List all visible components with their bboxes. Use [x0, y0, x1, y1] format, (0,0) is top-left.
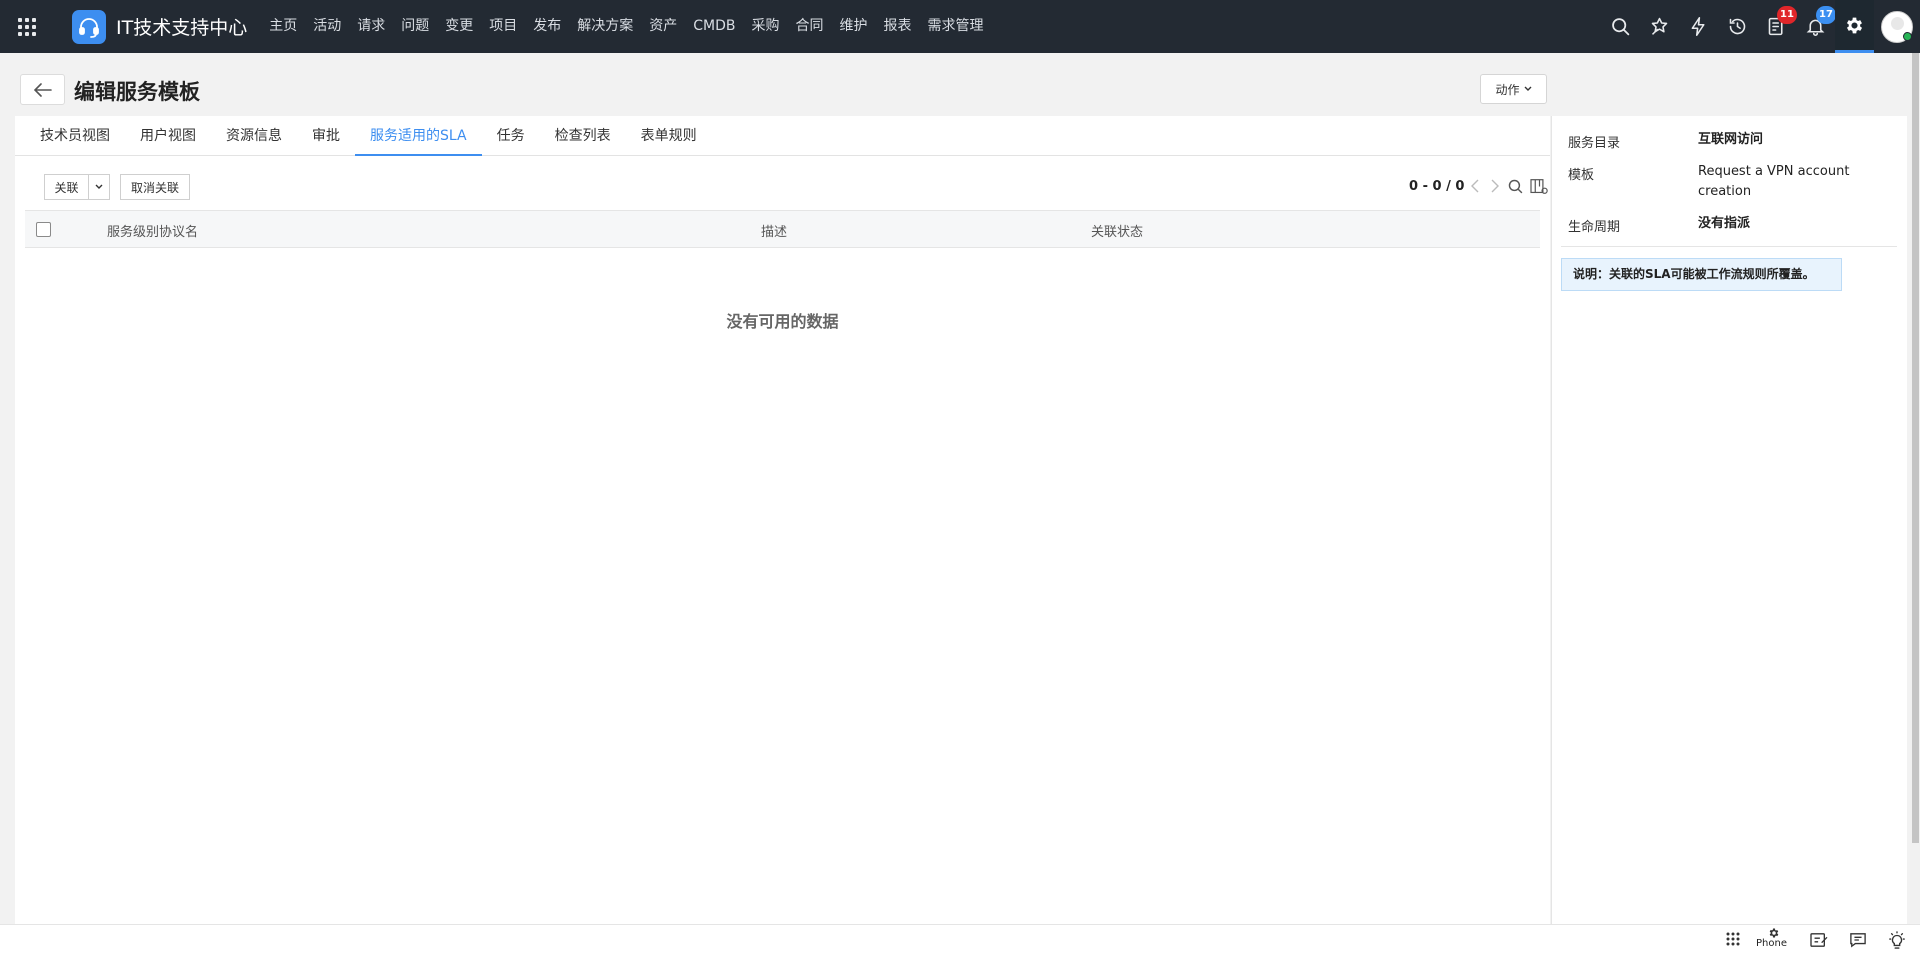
main-panel: 技术员视图 用户视图 资源信息 审批 服务适用的SLA 任务 检查列表 表单规则…	[15, 116, 1550, 924]
nav-item-contracts[interactable]: 合同	[787, 0, 831, 53]
nav-item-cmdb[interactable]: CMDB	[685, 0, 743, 53]
lifecycle-label: 生命周期	[1568, 220, 1621, 235]
service-category-value: 互联网访问	[1698, 132, 1764, 147]
tab-form-rules[interactable]: 表单规则	[626, 116, 712, 156]
tab-user-view[interactable]: 用户视图	[125, 116, 211, 156]
nav-item-purchase[interactable]: 采购	[743, 0, 787, 53]
disassociate-button[interactable]: 取消关联	[120, 174, 190, 200]
nav-item-changes[interactable]: 变更	[437, 0, 481, 53]
chevron-down-icon	[1524, 86, 1531, 91]
bell-icon[interactable]: 17	[1796, 0, 1836, 53]
column-association-status[interactable]: 关联状态	[1091, 221, 1143, 240]
tab-checklist[interactable]: 检查列表	[540, 116, 626, 156]
chevron-down-icon	[95, 184, 103, 189]
scrollbar-thumb[interactable]	[1912, 53, 1919, 843]
nav-item-reports[interactable]: 报表	[875, 0, 919, 53]
column-description[interactable]: 描述	[761, 221, 787, 240]
gear-icon[interactable]	[1835, 0, 1874, 53]
tab-approval[interactable]: 审批	[297, 116, 355, 156]
column-sla-name[interactable]: 服务级别协议名	[107, 221, 198, 240]
notifications-badge: 17	[1816, 6, 1836, 24]
service-category-label: 服务目录	[1568, 136, 1621, 151]
actions-label: 动作	[1495, 82, 1520, 97]
dialpad-icon[interactable]	[1722, 928, 1744, 952]
magic-wand-icon[interactable]	[1640, 0, 1679, 53]
nav-item-maintenance[interactable]: 维护	[831, 0, 875, 53]
main-nav: 主页 活动 请求 问题 变更 项目 发布 解决方案 资产 CMDB 采购 合同 …	[261, 0, 991, 53]
chevron-left-icon[interactable]	[1465, 176, 1485, 196]
tab-tasks[interactable]: 任务	[482, 116, 540, 156]
phone-label[interactable]: Phone	[1756, 938, 1787, 949]
template-value: Request a VPN account creation	[1698, 164, 1850, 199]
app-title[interactable]: IT技术支持中心	[116, 13, 247, 40]
top-navbar: IT技术支持中心 主页 活动 请求 问题 变更 项目 发布 解决方案 资产 CM…	[0, 0, 1920, 53]
divider	[1561, 246, 1897, 247]
associate-button[interactable]: 关联	[44, 174, 89, 200]
grid-icon	[18, 17, 36, 36]
actions-dropdown-button[interactable]: 动作	[1480, 74, 1547, 104]
associate-dropdown-button[interactable]	[88, 174, 110, 200]
tab-bar: 技术员视图 用户视图 资源信息 审批 服务适用的SLA 任务 检查列表 表单规则	[15, 116, 1550, 156]
select-all-checkbox[interactable]	[36, 222, 51, 237]
table-header: 服务级别协议名 描述 关联状态	[25, 210, 1540, 248]
tab-applicable-sla[interactable]: 服务适用的SLA	[355, 116, 482, 156]
bottom-toolbar: Phone	[0, 924, 1920, 953]
tasks-badge: 11	[1777, 6, 1797, 24]
empty-state-text: 没有可用的数据	[726, 312, 839, 331]
pagination-info: 0 - 0 / 0	[1409, 179, 1465, 194]
user-avatar-button[interactable]	[1874, 0, 1920, 53]
tab-technician-view[interactable]: 技术员视图	[25, 116, 125, 156]
nav-item-releases[interactable]: 发布	[525, 0, 569, 53]
search-icon[interactable]	[1601, 0, 1640, 53]
nav-item-assets[interactable]: 资产	[641, 0, 685, 53]
nav-item-problems[interactable]: 问题	[393, 0, 437, 53]
sla-note: 说明：关联的SLA可能被工作流规则所覆盖。	[1561, 258, 1842, 291]
page-title: 编辑服务模板	[74, 80, 200, 104]
nav-item-demand-management[interactable]: 需求管理	[919, 0, 991, 53]
template-label: 模板	[1568, 168, 1595, 183]
lifecycle-value: 没有指派	[1698, 216, 1751, 231]
nav-item-projects[interactable]: 项目	[481, 0, 525, 53]
column-settings-icon[interactable]	[1529, 176, 1549, 196]
edit-note-icon[interactable]	[1807, 928, 1831, 952]
chevron-right-icon[interactable]	[1485, 176, 1505, 196]
tab-resource-info[interactable]: 资源信息	[211, 116, 297, 156]
nav-item-solutions[interactable]: 解决方案	[569, 0, 641, 53]
lightning-icon[interactable]	[1679, 0, 1718, 53]
nav-item-activities[interactable]: 活动	[305, 0, 349, 53]
details-side-panel: 服务目录 互联网访问 模板 Request a VPN account crea…	[1551, 116, 1907, 924]
arrow-left-icon	[33, 82, 52, 97]
nav-item-home[interactable]: 主页	[261, 0, 305, 53]
list-toolbar: 关联 取消关联 0 - 0 / 0	[29, 174, 1559, 200]
online-status-dot	[1903, 32, 1912, 41]
search-icon[interactable]	[1505, 176, 1525, 196]
history-icon[interactable]	[1718, 0, 1757, 53]
nav-item-requests[interactable]: 请求	[349, 0, 393, 53]
topbar-actions: 11 17	[1601, 0, 1920, 53]
app-launcher-button[interactable]	[0, 0, 54, 53]
tasks-icon[interactable]: 11	[1757, 0, 1797, 53]
headset-logo-icon[interactable]	[72, 9, 106, 44]
back-button[interactable]	[20, 74, 65, 105]
bulb-icon[interactable]	[1885, 928, 1909, 952]
chat-icon[interactable]	[1846, 928, 1870, 952]
